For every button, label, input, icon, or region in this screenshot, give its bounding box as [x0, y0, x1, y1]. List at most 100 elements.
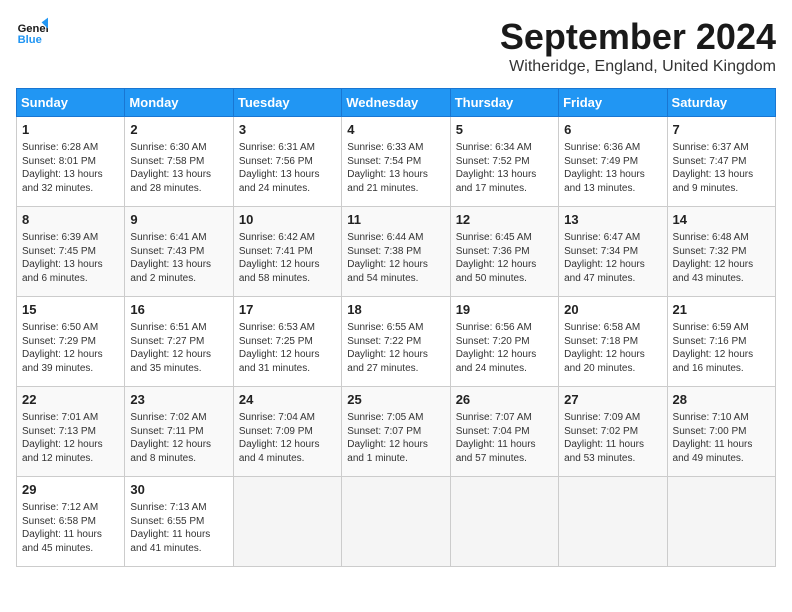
- calendar-header-row: SundayMondayTuesdayWednesdayThursdayFrid…: [17, 89, 776, 117]
- calendar-cell: 9 Sunrise: 6:41 AM Sunset: 7:43 PM Daylig…: [125, 207, 233, 297]
- calendar-cell: 2 Sunrise: 6:30 AM Sunset: 7:58 PM Daylig…: [125, 117, 233, 207]
- day-info: Sunrise: 7:01 AM Sunset: 7:13 PM Dayligh…: [22, 411, 119, 465]
- header-tuesday: Tuesday: [233, 89, 341, 117]
- header-monday: Monday: [125, 89, 233, 117]
- calendar-cell: 28 Sunrise: 7:10 AM Sunset: 7:00 PM Dayli…: [667, 387, 775, 477]
- day-info: Sunrise: 6:53 AM Sunset: 7:25 PM Dayligh…: [239, 321, 336, 375]
- svg-text:Blue: Blue: [18, 34, 42, 46]
- calendar-cell: 26 Sunrise: 7:07 AM Sunset: 7:04 PM Dayli…: [450, 387, 558, 477]
- day-number: 13: [564, 211, 661, 229]
- day-info: Sunrise: 7:13 AM Sunset: 6:55 PM Dayligh…: [130, 501, 227, 555]
- day-number: 7: [673, 121, 770, 139]
- week-row-1: 1 Sunrise: 6:28 AM Sunset: 8:01 PM Daylig…: [17, 117, 776, 207]
- day-number: 5: [456, 121, 553, 139]
- day-info: Sunrise: 6:51 AM Sunset: 7:27 PM Dayligh…: [130, 321, 227, 375]
- page-header: General Blue September 2024 Witheridge, …: [16, 16, 776, 76]
- day-number: 28: [673, 391, 770, 409]
- day-number: 21: [673, 301, 770, 319]
- header-thursday: Thursday: [450, 89, 558, 117]
- day-number: 20: [564, 301, 661, 319]
- day-info: Sunrise: 7:07 AM Sunset: 7:04 PM Dayligh…: [456, 411, 553, 465]
- calendar-cell: [450, 477, 558, 567]
- calendar-title: September 2024: [500, 16, 776, 58]
- header-friday: Friday: [559, 89, 667, 117]
- day-number: 29: [22, 481, 119, 499]
- header-sunday: Sunday: [17, 89, 125, 117]
- calendar-cell: 4 Sunrise: 6:33 AM Sunset: 7:54 PM Daylig…: [342, 117, 450, 207]
- day-number: 24: [239, 391, 336, 409]
- calendar-cell: 1 Sunrise: 6:28 AM Sunset: 8:01 PM Daylig…: [17, 117, 125, 207]
- day-info: Sunrise: 7:09 AM Sunset: 7:02 PM Dayligh…: [564, 411, 661, 465]
- day-number: 17: [239, 301, 336, 319]
- calendar-cell: 13 Sunrise: 6:47 AM Sunset: 7:34 PM Dayli…: [559, 207, 667, 297]
- day-info: Sunrise: 6:58 AM Sunset: 7:18 PM Dayligh…: [564, 321, 661, 375]
- calendar-cell: 24 Sunrise: 7:04 AM Sunset: 7:09 PM Dayli…: [233, 387, 341, 477]
- day-number: 8: [22, 211, 119, 229]
- day-number: 26: [456, 391, 553, 409]
- header-wednesday: Wednesday: [342, 89, 450, 117]
- day-info: Sunrise: 6:33 AM Sunset: 7:54 PM Dayligh…: [347, 141, 444, 195]
- calendar-cell: 29Sunrise: 7:12 AM Sunset: 6:58 PM Dayli…: [17, 477, 125, 567]
- week-row-5: 29Sunrise: 7:12 AM Sunset: 6:58 PM Dayli…: [17, 477, 776, 567]
- day-number: 23: [130, 391, 227, 409]
- day-info: Sunrise: 6:47 AM Sunset: 7:34 PM Dayligh…: [564, 231, 661, 285]
- day-number: 19: [456, 301, 553, 319]
- calendar-cell: 19Sunrise: 6:56 AM Sunset: 7:20 PM Dayli…: [450, 297, 558, 387]
- calendar-cell: [667, 477, 775, 567]
- day-info: Sunrise: 6:28 AM Sunset: 8:01 PM Dayligh…: [22, 141, 119, 195]
- day-number: 3: [239, 121, 336, 139]
- day-info: Sunrise: 7:04 AM Sunset: 7:09 PM Dayligh…: [239, 411, 336, 465]
- calendar-cell: [559, 477, 667, 567]
- day-info: Sunrise: 6:50 AM Sunset: 7:29 PM Dayligh…: [22, 321, 119, 375]
- day-number: 15: [22, 301, 119, 319]
- day-info: Sunrise: 6:55 AM Sunset: 7:22 PM Dayligh…: [347, 321, 444, 375]
- day-info: Sunrise: 6:44 AM Sunset: 7:38 PM Dayligh…: [347, 231, 444, 285]
- day-info: Sunrise: 7:02 AM Sunset: 7:11 PM Dayligh…: [130, 411, 227, 465]
- calendar-cell: 23 Sunrise: 7:02 AM Sunset: 7:11 PM Dayli…: [125, 387, 233, 477]
- day-number: 4: [347, 121, 444, 139]
- calendar-cell: 22Sunrise: 7:01 AM Sunset: 7:13 PM Dayli…: [17, 387, 125, 477]
- calendar-subtitle: Witheridge, England, United Kingdom: [500, 58, 776, 76]
- day-number: 11: [347, 211, 444, 229]
- day-info: Sunrise: 6:31 AM Sunset: 7:56 PM Dayligh…: [239, 141, 336, 195]
- calendar-cell: [233, 477, 341, 567]
- day-number: 27: [564, 391, 661, 409]
- week-row-2: 8Sunrise: 6:39 AM Sunset: 7:45 PM Daylig…: [17, 207, 776, 297]
- calendar-cell: 14 Sunrise: 6:48 AM Sunset: 7:32 PM Dayli…: [667, 207, 775, 297]
- day-info: Sunrise: 7:05 AM Sunset: 7:07 PM Dayligh…: [347, 411, 444, 465]
- day-number: 16: [130, 301, 227, 319]
- calendar-cell: [342, 477, 450, 567]
- day-info: Sunrise: 6:45 AM Sunset: 7:36 PM Dayligh…: [456, 231, 553, 285]
- day-info: Sunrise: 6:36 AM Sunset: 7:49 PM Dayligh…: [564, 141, 661, 195]
- day-info: Sunrise: 6:34 AM Sunset: 7:52 PM Dayligh…: [456, 141, 553, 195]
- calendar-table: SundayMondayTuesdayWednesdayThursdayFrid…: [16, 88, 776, 567]
- calendar-cell: 7 Sunrise: 6:37 AM Sunset: 7:47 PM Daylig…: [667, 117, 775, 207]
- logo-icon: General Blue: [16, 16, 48, 48]
- day-info: Sunrise: 6:42 AM Sunset: 7:41 PM Dayligh…: [239, 231, 336, 285]
- calendar-cell: 15 Sunrise: 6:50 AM Sunset: 7:29 PM Dayli…: [17, 297, 125, 387]
- day-number: 2: [130, 121, 227, 139]
- day-number: 14: [673, 211, 770, 229]
- calendar-cell: 18 Sunrise: 6:55 AM Sunset: 7:22 PM Dayli…: [342, 297, 450, 387]
- title-section: September 2024 Witheridge, England, Unit…: [500, 16, 776, 76]
- day-info: Sunrise: 6:37 AM Sunset: 7:47 PM Dayligh…: [673, 141, 770, 195]
- day-number: 1: [22, 121, 119, 139]
- day-number: 30: [130, 481, 227, 499]
- day-number: 18: [347, 301, 444, 319]
- day-info: Sunrise: 7:10 AM Sunset: 7:00 PM Dayligh…: [673, 411, 770, 465]
- calendar-cell: 17 Sunrise: 6:53 AM Sunset: 7:25 PM Dayli…: [233, 297, 341, 387]
- day-number: 25: [347, 391, 444, 409]
- day-info: Sunrise: 6:48 AM Sunset: 7:32 PM Dayligh…: [673, 231, 770, 285]
- calendar-cell: 27 Sunrise: 7:09 AM Sunset: 7:02 PM Dayli…: [559, 387, 667, 477]
- day-info: Sunrise: 6:41 AM Sunset: 7:43 PM Dayligh…: [130, 231, 227, 285]
- day-number: 9: [130, 211, 227, 229]
- calendar-cell: 3 Sunrise: 6:31 AM Sunset: 7:56 PM Daylig…: [233, 117, 341, 207]
- calendar-cell: 12Sunrise: 6:45 AM Sunset: 7:36 PM Dayli…: [450, 207, 558, 297]
- header-saturday: Saturday: [667, 89, 775, 117]
- calendar-cell: 30 Sunrise: 7:13 AM Sunset: 6:55 PM Dayli…: [125, 477, 233, 567]
- week-row-4: 22Sunrise: 7:01 AM Sunset: 7:13 PM Dayli…: [17, 387, 776, 477]
- calendar-cell: 10Sunrise: 6:42 AM Sunset: 7:41 PM Dayli…: [233, 207, 341, 297]
- calendar-cell: 5 Sunrise: 6:34 AM Sunset: 7:52 PM Daylig…: [450, 117, 558, 207]
- calendar-cell: 21Sunrise: 6:59 AM Sunset: 7:16 PM Dayli…: [667, 297, 775, 387]
- day-info: Sunrise: 6:30 AM Sunset: 7:58 PM Dayligh…: [130, 141, 227, 195]
